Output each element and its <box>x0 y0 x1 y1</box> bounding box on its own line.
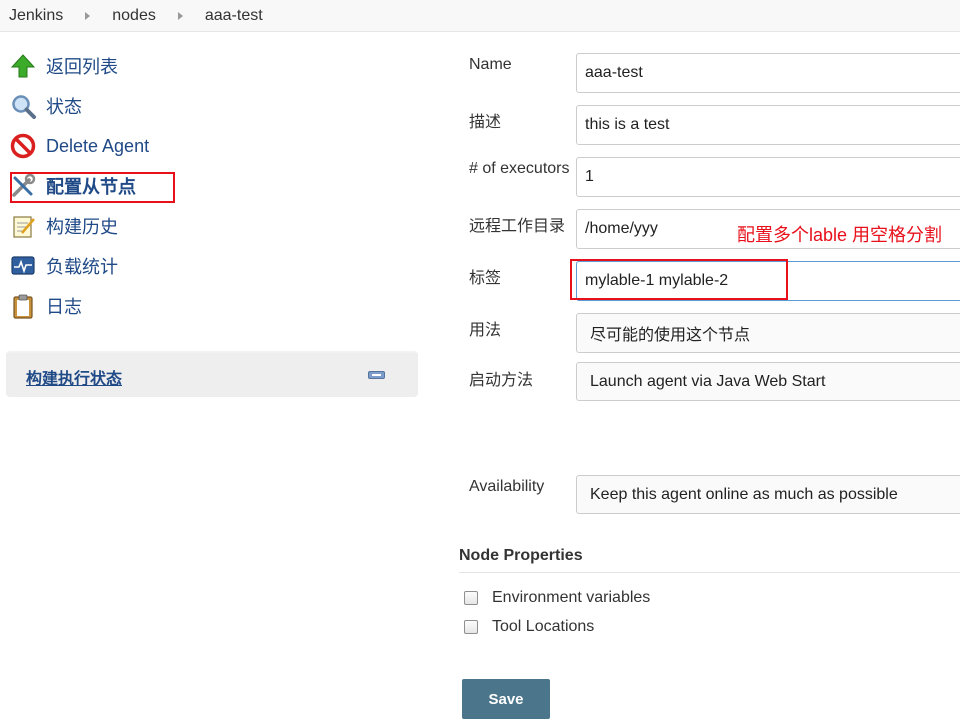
task-delete-agent[interactable]: Delete Agent <box>8 130 149 162</box>
clipboard-icon <box>8 291 38 321</box>
executors-panel: 构建执行状态 <box>6 351 418 397</box>
task-log[interactable]: 日志 <box>8 290 82 322</box>
executors-label: # of executors <box>469 160 570 177</box>
divider <box>459 572 960 573</box>
tool-locations-option: Tool Locations <box>464 618 594 636</box>
availability-label: Availability <box>469 478 545 495</box>
name-input[interactable]: aaa-test <box>576 53 960 93</box>
notepad-icon <box>8 211 38 241</box>
labels-label: 标签 <box>469 270 502 287</box>
task-label[interactable]: 构建历史 <box>46 213 118 239</box>
usage-label: 用法 <box>469 322 502 339</box>
launch-method-select[interactable]: Launch agent via Java Web Start <box>576 362 960 401</box>
name-label: Name <box>469 56 512 73</box>
breadcrumb-jenkins[interactable]: Jenkins <box>9 7 63 25</box>
task-label[interactable]: Delete Agent <box>46 136 149 157</box>
task-label[interactable]: 日志 <box>46 293 82 319</box>
save-button[interactable]: Save <box>462 679 550 719</box>
availability-select[interactable]: Keep this agent online as much as possib… <box>576 475 960 514</box>
task-back-to-list[interactable]: 返回列表 <box>8 50 118 82</box>
up-arrow-icon <box>8 51 38 81</box>
breadcrumb: Jenkins nodes aaa-test <box>0 0 960 32</box>
monitor-graph-icon <box>8 251 38 281</box>
launch-method-label: 启动方法 <box>469 372 534 389</box>
magnifier-icon <box>8 91 38 121</box>
node-properties-title: Node Properties <box>459 547 583 564</box>
env-vars-option: Environment variables <box>464 589 650 607</box>
chevron-right-icon[interactable] <box>177 11 183 20</box>
checkbox-label[interactable]: Tool Locations <box>492 618 594 636</box>
usage-select[interactable]: 尽可能的使用这个节点 <box>576 313 960 353</box>
task-load-statistics[interactable]: 负载统计 <box>8 250 118 282</box>
collapse-icon[interactable] <box>368 371 385 379</box>
breadcrumb-aaa-test[interactable]: aaa-test <box>205 7 263 25</box>
env-vars-checkbox[interactable] <box>464 591 478 605</box>
task-label[interactable]: 负载统计 <box>46 253 118 279</box>
highlight-box <box>570 259 788 300</box>
highlight-box <box>10 172 175 203</box>
breadcrumb-nodes[interactable]: nodes <box>112 7 156 25</box>
annotation-text: 配置多个lable 用空格分割 <box>737 225 943 245</box>
description-input[interactable]: this is a test <box>576 105 960 145</box>
remote-root-label: 远程工作目录 <box>469 218 566 235</box>
chevron-right-icon[interactable] <box>85 11 91 20</box>
executors-title-link[interactable]: 构建执行状态 <box>26 365 122 389</box>
executors-input[interactable]: 1 <box>576 157 960 197</box>
task-label[interactable]: 状态 <box>46 93 82 119</box>
description-label: 描述 <box>469 114 502 131</box>
task-build-history[interactable]: 构建历史 <box>8 210 118 242</box>
no-entry-icon <box>8 131 38 161</box>
checkbox-label[interactable]: Environment variables <box>492 589 650 607</box>
task-label[interactable]: 返回列表 <box>46 53 118 79</box>
tool-locations-checkbox[interactable] <box>464 620 478 634</box>
task-status[interactable]: 状态 <box>8 90 82 122</box>
